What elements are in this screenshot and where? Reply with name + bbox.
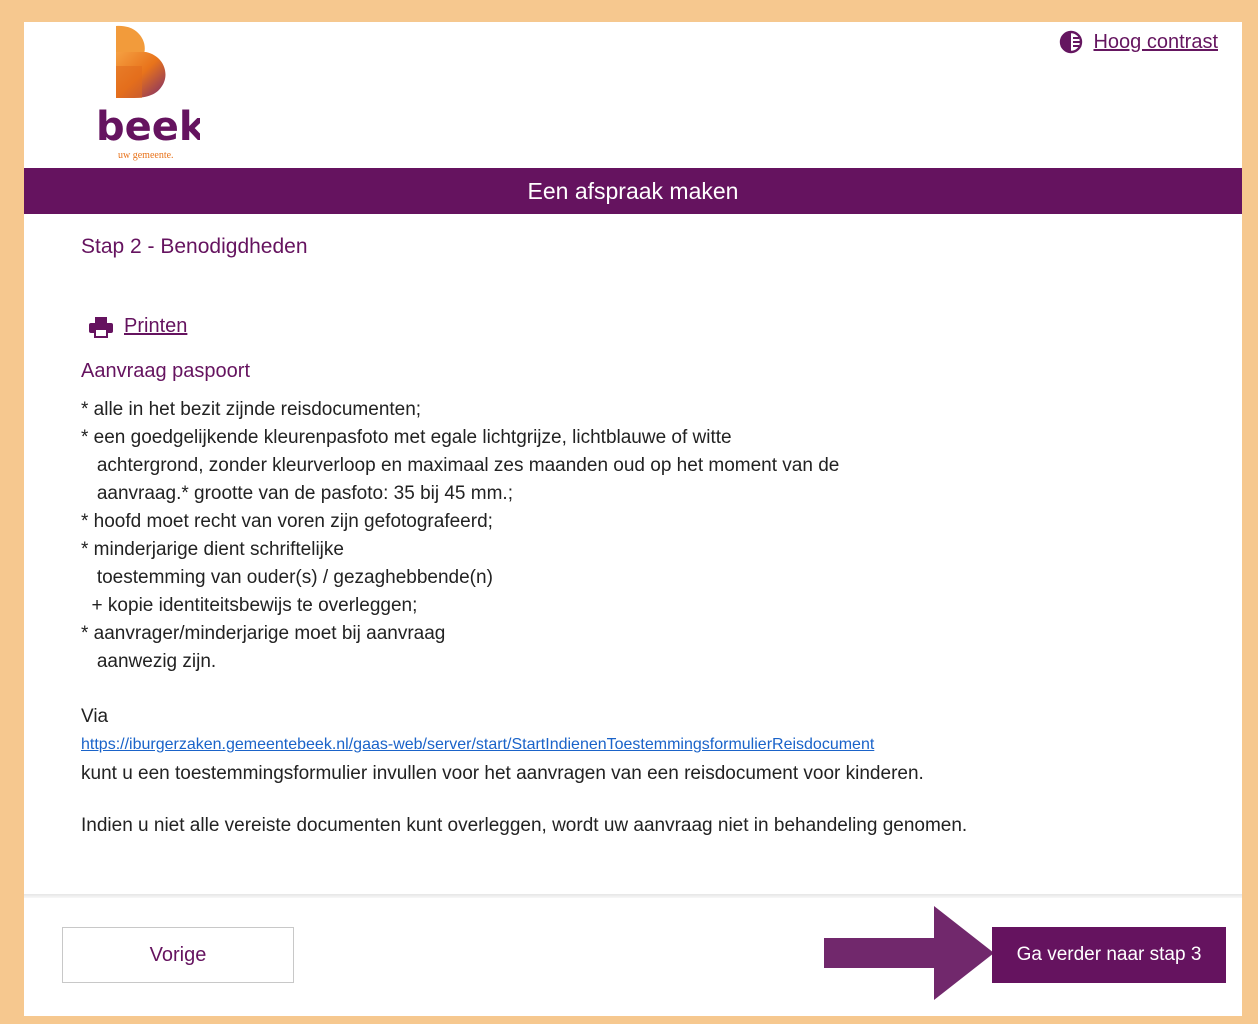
high-contrast-label: Hoog contrast [1093,30,1218,53]
consent-form-description: kunt u een toestemmingsformulier invulle… [81,763,924,784]
documents-notice: Indien u niet alle vereiste documenten k… [81,815,968,836]
consent-form-link[interactable]: https://iburgerzaken.gemeentebeek.nl/gaa… [81,736,874,754]
beek-logo: beek uw gemeente. [96,25,200,161]
via-label: Via [81,706,109,727]
step-title: Stap 2 - Benodigdheden [81,235,308,258]
footer-divider [24,894,1242,898]
logo-tagline: uw gemeente. [118,150,174,161]
page-title-bar: Een afspraak maken [24,168,1242,214]
requirements-list: * alle in het bezit zijnde reisdocumente… [81,399,840,672]
page-frame: beek uw gemeente. Hoog contrast Een afsp… [24,22,1242,1016]
high-contrast-toggle[interactable]: Hoog contrast [1059,30,1218,54]
arrow-right-icon [824,906,994,1000]
next-step-button[interactable]: Ga verder naar stap 3 [992,927,1226,983]
previous-button[interactable]: Vorige [62,927,294,983]
print-label: Printen [124,315,188,337]
section-title: Aanvraag paspoort [81,360,251,382]
printer-icon [89,316,113,338]
logo-wordmark: beek [96,104,200,150]
print-link[interactable]: Printen [88,315,187,338]
half-circle-contrast-icon [1060,30,1083,54]
page-title: Een afspraak maken [527,177,739,204]
